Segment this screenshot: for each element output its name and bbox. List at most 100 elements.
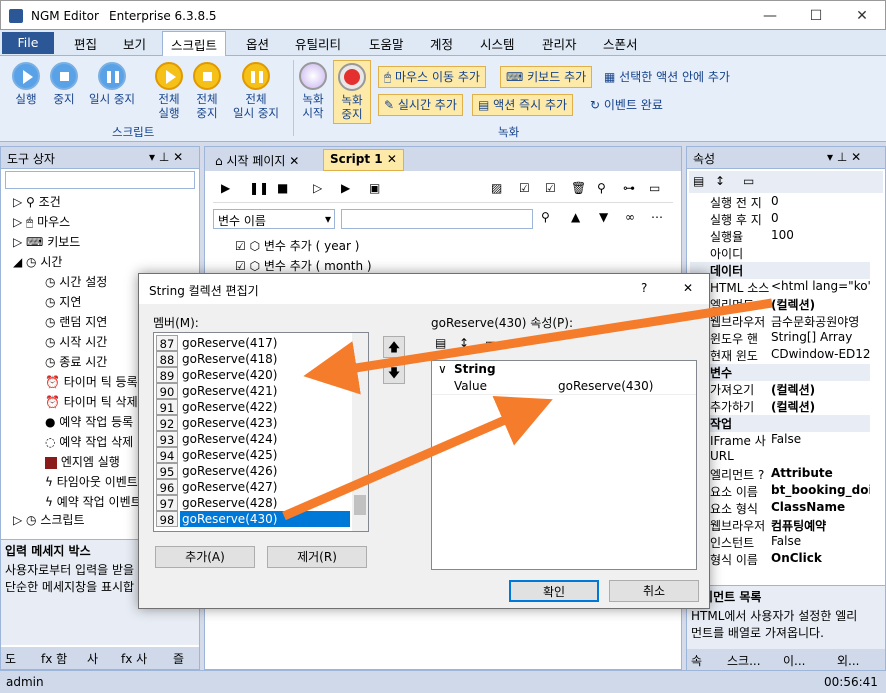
- monitor-icon[interactable]: ▭: [649, 181, 660, 195]
- close-button[interactable]: ✕: [839, 1, 885, 31]
- member-item[interactable]: 92 goReserve(423): [156, 415, 352, 431]
- chart-icon[interactable]: ▨: [491, 181, 502, 195]
- property-value[interactable]: False: [771, 432, 801, 446]
- minimize-button[interactable]: —: [747, 1, 793, 31]
- member-item[interactable]: 95 goReserve(426): [156, 463, 352, 479]
- property-value[interactable]: String[] Array: [771, 330, 852, 344]
- move-up-button[interactable]: 🡅: [383, 336, 405, 358]
- tab-script-1[interactable]: Script 1 ✕: [323, 149, 404, 171]
- tab-favorites[interactable]: 즐: [173, 650, 184, 667]
- tree-item-schedule-register[interactable]: ● 예약 작업 등록: [45, 413, 133, 430]
- member-value[interactable]: goReserve(421): [180, 383, 350, 399]
- tree-icon[interactable]: ⊶: [623, 181, 635, 195]
- member-value[interactable]: goReserve(427): [180, 479, 350, 495]
- tree-item-keyboard[interactable]: ▷ ⌨ 키보드: [13, 233, 80, 250]
- property-row[interactable]: 웹브라우저 금수문화공원야영: [690, 313, 870, 330]
- property-value[interactable]: OnClick: [771, 551, 822, 565]
- member-value[interactable]: goReserve(426): [180, 463, 350, 479]
- member-item[interactable]: 97 goReserve(428): [156, 495, 352, 511]
- panel-pin-icon[interactable]: ▾ ⊥ ✕: [149, 150, 183, 164]
- menu-script[interactable]: 스크립트: [162, 31, 227, 56]
- cancel-button[interactable]: 취소: [609, 580, 699, 602]
- tree-item-delay[interactable]: ◷ 지연: [45, 293, 81, 310]
- record-stop-button[interactable]: 녹화 중지: [333, 60, 371, 124]
- tab-close-icon[interactable]: ✕: [387, 152, 397, 166]
- delete-icon[interactable]: 🗑: [571, 181, 586, 195]
- tree-item-time[interactable]: ◢ ◷ 시간: [13, 253, 62, 270]
- property-row[interactable]: 아이디: [690, 245, 870, 262]
- tab-image[interactable]: 이...: [783, 652, 805, 669]
- scroll-thumb[interactable]: [354, 495, 366, 515]
- tab-toolbox[interactable]: 도: [5, 650, 16, 667]
- tree-item-schedule-delete[interactable]: ◌ 예약 작업 삭제: [45, 433, 133, 450]
- tab-user[interactable]: 사: [87, 650, 98, 667]
- property-value[interactable]: 컴퓨팅예약: [771, 517, 826, 534]
- tab-properties[interactable]: 속: [691, 652, 702, 669]
- pause-icon[interactable]: ❚❚: [249, 181, 269, 195]
- member-item[interactable]: 90 goReserve(421): [156, 383, 352, 399]
- menu-view[interactable]: 보기: [123, 34, 146, 53]
- dialog-close-button[interactable]: ✕: [683, 281, 693, 295]
- property-grid[interactable]: ∨ String Value goReserve(430): [431, 360, 697, 570]
- member-value[interactable]: goReserve(425): [180, 447, 350, 463]
- tree-item-mouse[interactable]: ▷ 🖱 마우스: [13, 213, 70, 230]
- member-value[interactable]: goReserve(424): [180, 431, 350, 447]
- members-scrollbar[interactable]: [352, 333, 368, 531]
- tree-item-timer-register[interactable]: ⏰ 타이머 틱 등록: [45, 373, 138, 390]
- tree-item-set-time[interactable]: ◷ 시간 설정: [45, 273, 107, 290]
- member-item[interactable]: 87 goReserve(417): [156, 335, 352, 351]
- property-row[interactable]: 인스턴트 False: [690, 534, 870, 551]
- script-row[interactable]: ☑ ⬡ 변수 추가 ( month ): [235, 257, 372, 274]
- tab-user-functions[interactable]: fx 사: [121, 650, 147, 667]
- member-item[interactable]: 89 goReserve(420): [156, 367, 352, 383]
- run-button[interactable]: 실행: [6, 62, 46, 106]
- pause-button[interactable]: 일시 중지: [84, 62, 140, 106]
- menu-help[interactable]: 도움말: [369, 34, 404, 53]
- property-row[interactable]: 실행율 100: [690, 228, 870, 245]
- tree-item-script[interactable]: ▷ ◷ 스크립트: [13, 511, 85, 528]
- tab-script[interactable]: 스크...: [727, 652, 761, 669]
- check-icon[interactable]: ☑: [519, 181, 530, 195]
- alphabetical-icon[interactable]: ↕: [715, 174, 725, 188]
- tab-external[interactable]: 외...: [837, 652, 859, 669]
- down-icon[interactable]: ▼: [599, 210, 608, 224]
- property-value[interactable]: bt_booking_doi: [771, 483, 870, 497]
- pause-all-button[interactable]: 전체 일시 중지: [228, 62, 284, 120]
- property-value[interactable]: False: [771, 534, 801, 548]
- property-value[interactable]: ClassName: [771, 500, 845, 514]
- property-row[interactable]: 엘리먼트 (컬렉션): [690, 296, 870, 313]
- menu-system[interactable]: 시스템: [480, 34, 515, 53]
- property-value[interactable]: 금수문화공원야영: [771, 313, 859, 330]
- member-item[interactable]: 91 goReserve(422): [156, 399, 352, 415]
- member-item[interactable]: 94 goReserve(425): [156, 447, 352, 463]
- alphabetical-icon[interactable]: ↕: [459, 336, 469, 350]
- members-list[interactable]: 87 goReserve(417) 88 goReserve(418) 89 goRese…: [153, 332, 369, 532]
- property-row[interactable]: 현재 윈도 CDwindow-ED12: [690, 347, 870, 364]
- property-row[interactable]: 윈도우 핸 String[] Array: [690, 330, 870, 347]
- menu-options[interactable]: 옵션: [246, 34, 269, 53]
- add-in-selected-action-button[interactable]: ▦ 선택한 액션 안에 추가: [598, 66, 736, 88]
- property-row[interactable]: Value goReserve(430): [432, 378, 696, 395]
- step-into-icon[interactable]: ▣: [369, 181, 380, 195]
- tab-close-icon[interactable]: ✕: [289, 154, 299, 168]
- add-button[interactable]: 추가(A): [155, 546, 255, 568]
- property-row[interactable]: 가져오기 (컬렉션): [690, 381, 870, 398]
- panel-pin-icon[interactable]: ▾ ⊥ ✕: [827, 150, 861, 164]
- step-icon[interactable]: ▷: [313, 181, 322, 195]
- event-complete-button[interactable]: ↻ 이벤트 완료: [584, 94, 669, 116]
- tab-functions[interactable]: fx 함: [41, 650, 67, 667]
- property-value[interactable]: 0: [771, 211, 779, 225]
- toolbox-search-input[interactable]: [5, 171, 195, 189]
- property-row[interactable]: 실행 전 지0: [690, 194, 870, 211]
- member-value[interactable]: goReserve(420): [180, 367, 350, 383]
- tab-start-page[interactable]: ⌂ 시작 페이지 ✕: [209, 150, 305, 170]
- add-keyboard-button[interactable]: ⌨ 키보드 추가: [500, 66, 593, 88]
- member-value[interactable]: goReserve(428): [180, 495, 350, 511]
- property-value[interactable]: CDwindow-ED12: [771, 347, 870, 361]
- property-row[interactable]: URL: [690, 449, 870, 466]
- member-value[interactable]: goReserve(418): [180, 351, 350, 367]
- stop-button[interactable]: 중지: [46, 62, 82, 106]
- member-item[interactable]: 98 goReserve(430): [156, 511, 352, 527]
- member-item[interactable]: 93 goReserve(424): [156, 431, 352, 447]
- property-category[interactable]: 작업: [690, 415, 870, 432]
